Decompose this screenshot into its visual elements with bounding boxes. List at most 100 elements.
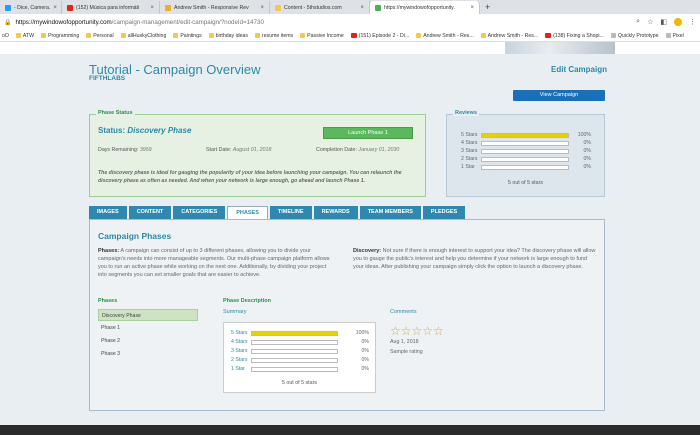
phase-list: Discovery Phase Phase 1 Phase 2 Phase 3	[98, 309, 198, 361]
new-tab-button[interactable]: +	[480, 1, 495, 14]
review-label: 2 Stars	[461, 156, 478, 162]
campaign-tabs: IMAGES CONTENT CATEGORIES PHASES TIMELINE REW…	[89, 206, 466, 220]
phase-rating-label: 2 Stars	[231, 357, 248, 363]
reviews-summary: 5 out of 5 stars	[507, 180, 544, 186]
phase-rating-row: 1 Star 0%	[231, 366, 369, 372]
bookmark-item[interactable]: allHuskyClothing	[120, 32, 167, 39]
bookmark-item[interactable]: oO	[2, 33, 9, 39]
phase-rating-total: 5 out of 5 stars	[281, 380, 318, 386]
bookmark-item[interactable]: (138) Fixing a Shopi...	[545, 33, 604, 39]
avatar[interactable]	[674, 18, 682, 26]
edit-campaign-link[interactable]: Edit Campaign	[551, 65, 607, 74]
phase-rating-label: 5 Stars	[231, 330, 248, 336]
phase-rating-bar	[251, 339, 338, 345]
review-label: 4 Stars	[461, 140, 478, 146]
browser-tab[interactable]: Andrew Smith - Responsive Rev ×	[160, 1, 270, 14]
review-bar	[481, 156, 569, 162]
bookmark-label: Paintings	[180, 32, 202, 39]
tab-team-members[interactable]: TEAM MEMBERS	[359, 206, 421, 219]
tab-close-icon[interactable]: ×	[360, 5, 364, 11]
menu-icon[interactable]: ⋮	[689, 18, 696, 26]
phase-rating-row: 4 Stars 0%	[231, 339, 369, 345]
bookmark-item[interactable]: Andrew Smith - Res...	[416, 33, 474, 39]
url-path: /campaign-management/edit-campaign/?node…	[111, 18, 264, 26]
browser-tab-label: https://mywindowofopportunity.	[384, 4, 455, 11]
review-bar	[481, 132, 569, 138]
comments-link[interactable]: Comments	[390, 309, 417, 315]
browser-tab[interactable]: Content - 5thstudios.com ×	[270, 1, 370, 14]
bookmark-item[interactable]: Programming	[41, 33, 79, 39]
browser-tab-label: Content - 5thstudios.com	[284, 4, 342, 11]
bookmark-item[interactable]: Paintings	[173, 32, 202, 39]
review-row: 3 Stars 0%	[461, 148, 591, 154]
bookmark-label: allHuskyClothing	[127, 32, 167, 39]
bookmark-label: Programming	[48, 32, 80, 39]
phase-list-item[interactable]: Phase 2	[98, 335, 198, 347]
zoom-icon[interactable]: ⌕	[636, 18, 640, 26]
browser-tab[interactable]: - Dice, Camera. ×	[0, 1, 62, 14]
review-row: 2 Stars 0%	[461, 156, 591, 162]
tab-favicon-icon	[375, 4, 381, 11]
phase-rating-row: 3 Stars 0%	[231, 348, 369, 354]
tab-close-icon[interactable]: ×	[53, 5, 57, 11]
campaign-phases-title: Campaign Phases	[98, 231, 172, 241]
bookmark-label: Passive Income	[307, 32, 344, 39]
tab-close-icon[interactable]: ×	[150, 5, 154, 11]
bookmark-item[interactable]: Pixel	[665, 32, 684, 39]
phase-description-heading: Phase Description	[223, 298, 271, 304]
phase-list-item[interactable]: Phase 1	[98, 322, 198, 334]
bookmark-label: Pixel	[672, 32, 684, 39]
browser-tab[interactable]: https://mywindowofopportunity. ×	[370, 1, 480, 14]
review-percent: 0%	[583, 156, 592, 162]
comment-text: Sample rating	[390, 349, 423, 355]
launch-phase-button[interactable]: Launch Phase 1	[323, 127, 413, 139]
bookmark-item[interactable]: ATW	[15, 33, 34, 39]
bookmark-item[interactable]: Quickly Prototype	[610, 33, 659, 39]
lock-icon: 🔒	[4, 19, 12, 26]
phases-panel: Campaign Phases Phases: A campaign can c…	[89, 219, 605, 411]
phase-list-item[interactable]: Phase 3	[98, 348, 198, 360]
bookmark-star-icon[interactable]: ☆	[647, 18, 653, 26]
header-photo	[505, 42, 615, 54]
browser-tab-label: (152) Música para informáti	[76, 4, 140, 11]
tab-close-icon[interactable]: ×	[260, 5, 264, 11]
bookmark-item[interactable]: (151) Episode 2 - Di...	[350, 33, 409, 39]
bookmark-label: resume items	[261, 32, 294, 39]
tab-rewards[interactable]: REWARDS	[313, 206, 358, 219]
phase-description-text: The discovery phase is ideal for gauging…	[98, 170, 402, 184]
folder-icon	[254, 33, 260, 38]
site-header-band	[0, 42, 700, 54]
bookmark-label: (138) Fixing a Shopi...	[553, 32, 604, 39]
phase-rating-bar	[251, 357, 338, 363]
folder-icon	[480, 33, 486, 38]
phase-list-item[interactable]: Discovery Phase	[98, 309, 198, 321]
tab-timeline[interactable]: TIMELINE	[269, 206, 312, 219]
extension-icon[interactable]: ◧	[660, 18, 667, 26]
phase-rating-label: 4 Stars	[231, 339, 248, 345]
phase-rating-percent: 100%	[355, 330, 369, 336]
phase-rating-bar-fill	[252, 331, 337, 335]
review-bar	[481, 164, 569, 170]
tab-close-icon[interactable]: ×	[470, 5, 474, 11]
browser-tab[interactable]: (152) Música para informáti ×	[62, 1, 160, 14]
tab-favicon-icon	[165, 4, 171, 11]
address-bar[interactable]: 🔒 https://mywindowofopportunity.com/camp…	[0, 14, 700, 30]
bookmark-item[interactable]: Personal	[86, 33, 114, 39]
view-campaign-button[interactable]: View Campaign	[513, 90, 605, 101]
summary-link[interactable]: Summary	[223, 309, 247, 315]
discovery-intro: Discovery: Not sure if there is enough i…	[353, 248, 596, 270]
days-remaining: Days Remaining: 3959	[98, 147, 152, 153]
phase-status-heading: Status: Discovery Phase	[98, 126, 192, 135]
tab-phases[interactable]: PHASES	[227, 206, 268, 220]
bookmark-item[interactable]: resume items	[254, 32, 294, 39]
bookmark-item[interactable]: Andrew Smith - Res...	[480, 32, 539, 39]
tab-categories[interactable]: CATEGORIES	[173, 206, 226, 219]
bookmark-label: Andrew Smith - Res...	[487, 32, 539, 39]
tab-pledges[interactable]: PLEDGES	[422, 206, 466, 219]
url-field[interactable]: https://mywindowofopportunity.com/campai…	[15, 19, 632, 26]
browser-tab-label: - Dice, Camera.	[14, 4, 51, 11]
tab-content[interactable]: CONTENT	[128, 206, 172, 219]
bookmark-item[interactable]: birthday ideas	[208, 33, 248, 39]
tab-images[interactable]: IMAGES	[89, 206, 127, 219]
bookmark-item[interactable]: Passive Income	[300, 33, 344, 39]
